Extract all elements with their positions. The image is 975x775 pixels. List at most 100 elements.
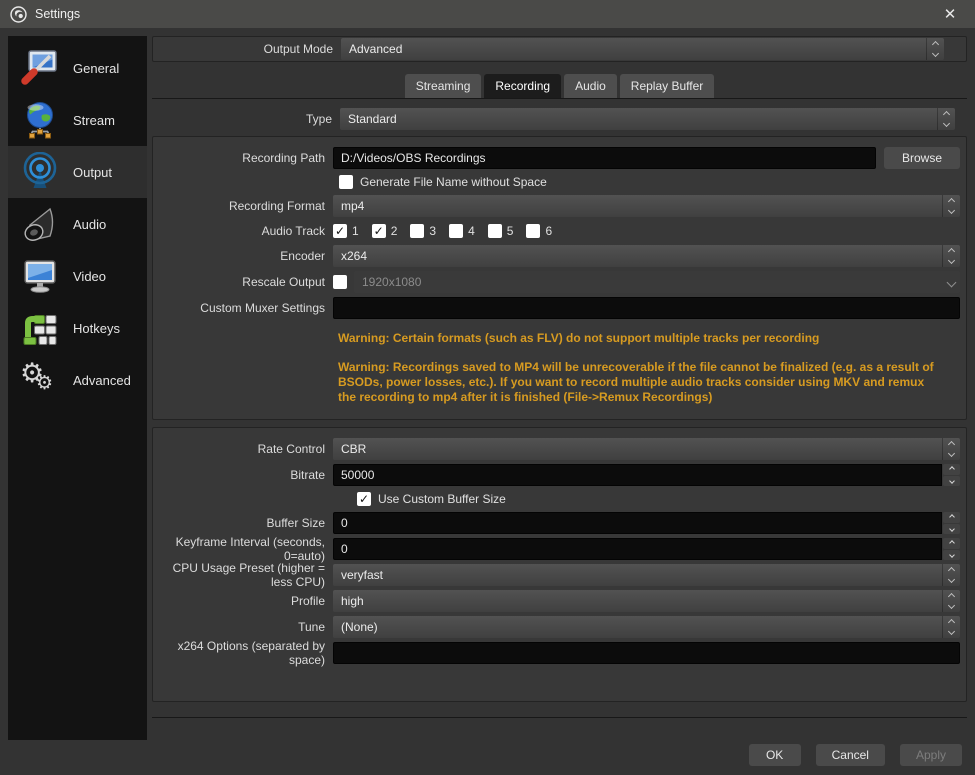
rate-control-row: Rate Control CBR [153, 436, 966, 462]
audio-track-row: Audio Track ✓ 1 ✓ 2 3 4 5 6 [153, 219, 966, 243]
type-row: Type Standard [152, 108, 967, 130]
sidebar-item-hotkeys[interactable]: Hotkeys [8, 302, 147, 354]
x264-options-input[interactable] [333, 642, 960, 664]
cancel-button[interactable]: Cancel [815, 744, 885, 766]
warning-multiple-tracks: Warning: Certain formats (such as FLV) d… [338, 331, 820, 345]
sidebar-item-advanced[interactable]: ⚙ ⚙ Advanced [8, 354, 147, 406]
spin-up-button[interactable] [943, 512, 960, 523]
combo-spinner-icon[interactable] [926, 38, 944, 60]
hotkeys-keyboard-icon [20, 308, 60, 348]
audio-track-5-label: 5 [506, 224, 514, 238]
video-monitor-icon [20, 256, 60, 296]
custom-buffer-checkbox[interactable]: ✓ [357, 492, 371, 506]
bitrate-input[interactable] [333, 464, 942, 486]
apply-button[interactable]: Apply [899, 744, 962, 766]
audio-track-4-checkbox[interactable] [449, 224, 464, 238]
combo-spinner-icon[interactable] [942, 616, 960, 638]
stream-icon [20, 100, 60, 140]
bitrate-row: Bitrate [153, 462, 966, 488]
profile-label: Profile [290, 594, 325, 608]
no-space-checkbox[interactable] [339, 175, 353, 189]
sidebar-item-general[interactable]: General [8, 42, 147, 94]
encoder-row: Encoder x264 [153, 243, 966, 269]
rescale-output-label: Rescale Output [242, 275, 325, 289]
dialog-footer: OK Cancel Apply [0, 738, 975, 775]
rate-control-select[interactable]: CBR [333, 438, 960, 460]
encoder-settings-groupbox: Rate Control CBR Bitrate 50000 ✓ Use Cus… [152, 427, 967, 702]
audio-track-4-label: 4 [468, 224, 475, 238]
recording-groupbox: Recording Path Browse Generate File Name… [152, 136, 967, 420]
type-value: Standard [348, 112, 397, 126]
custom-muxer-row: Custom Muxer Settings [153, 295, 966, 321]
rescale-output-checkbox[interactable] [333, 275, 347, 289]
recording-tab-pane: Type Standard Recording Path Browse [152, 98, 967, 718]
keyframe-interval-input[interactable] [333, 538, 942, 560]
encoder-select[interactable]: x264 [333, 245, 960, 267]
sidebar-item-output[interactable]: Output [8, 146, 147, 198]
sidebar-item-label: General [73, 60, 120, 76]
sidebar-item-audio[interactable]: Audio [8, 198, 147, 250]
recording-format-value: mp4 [341, 199, 365, 213]
close-button[interactable]: ✕ [935, 5, 965, 23]
combo-spinner-icon[interactable] [942, 438, 960, 460]
combo-spinner-icon[interactable] [942, 590, 960, 612]
type-select[interactable]: Standard [340, 108, 955, 130]
profile-row: Profile high [153, 588, 966, 614]
combo-spinner-icon[interactable] [937, 108, 955, 130]
profile-value: high [341, 594, 364, 608]
recording-format-select[interactable]: mp4 [333, 195, 960, 217]
recording-format-label: Recording Format [228, 199, 325, 213]
spin-down-button[interactable] [943, 475, 960, 486]
type-label: Type [305, 112, 332, 126]
audio-track-5-checkbox[interactable] [487, 224, 502, 238]
tab-audio[interactable]: Audio [564, 74, 617, 98]
tune-select[interactable]: (None) [333, 616, 960, 638]
tab-replay-buffer[interactable]: Replay Buffer [619, 74, 715, 98]
output-tabbar: Streaming Recording Audio Replay Buffer [152, 74, 967, 98]
warning-mp4-unrecoverable: Warning: Recordings saved to MP4 will be… [338, 360, 934, 404]
spin-down-button[interactable] [943, 549, 960, 560]
profile-select[interactable]: high [333, 590, 960, 612]
spin-up-button[interactable] [943, 538, 960, 549]
sidebar-item-label: Output [73, 164, 113, 180]
spin-up-button[interactable] [943, 464, 960, 475]
window-title: Settings [35, 7, 81, 21]
encoder-label: Encoder [280, 249, 325, 263]
sidebar-item-label: Advanced [73, 372, 131, 388]
sidebar-item-label: Stream [73, 112, 115, 128]
recording-format-row: Recording Format mp4 [153, 193, 966, 219]
recording-path-label: Recording Path [242, 151, 325, 165]
recording-path-input[interactable] [333, 147, 876, 169]
combo-spinner-icon[interactable] [942, 245, 960, 267]
cpu-preset-label: CPU Usage Preset (higher = less CPU) [172, 561, 325, 589]
cpu-preset-select[interactable]: veryfast [333, 564, 960, 586]
tab-streaming[interactable]: Streaming [404, 74, 482, 98]
combo-spinner-icon[interactable] [942, 564, 960, 586]
keyframe-interval-label: Keyframe Interval (seconds, 0=auto) [175, 535, 325, 563]
sidebar-item-video[interactable]: Video [8, 250, 147, 302]
ok-button[interactable]: OK [748, 744, 801, 766]
advanced-gears-icon: ⚙ ⚙ [20, 358, 54, 394]
audio-track-2-checkbox[interactable]: ✓ [371, 224, 386, 238]
audio-track-6-checkbox[interactable] [526, 224, 541, 238]
output-settings-panel: Output Mode Advanced Streaming Recording… [152, 36, 967, 718]
custom-buffer-label: Use Custom Buffer Size [378, 492, 506, 506]
obs-logo-icon [10, 5, 27, 23]
custom-muxer-input[interactable] [333, 297, 960, 319]
general-icon [20, 48, 60, 88]
tab-recording[interactable]: Recording [484, 74, 562, 98]
buffer-size-input[interactable] [333, 512, 942, 534]
tune-label: Tune [298, 620, 325, 634]
no-space-label: Generate File Name without Space [360, 175, 547, 189]
titlebar: Settings ✕ [0, 0, 975, 28]
sidebar-item-stream[interactable]: Stream [8, 94, 147, 146]
browse-button[interactable]: Browse [884, 147, 960, 169]
output-mode-select[interactable]: Advanced [341, 38, 944, 60]
no-space-row: Generate File Name without Space [153, 171, 966, 193]
settings-sidebar: General Stream Output Audio Video Hotkey… [8, 36, 147, 740]
audio-track-1-checkbox[interactable]: ✓ [333, 224, 347, 238]
combo-spinner-icon[interactable] [942, 195, 960, 217]
sidebar-item-label: Video [73, 268, 107, 284]
spin-down-button[interactable] [943, 523, 960, 534]
audio-track-3-checkbox[interactable] [410, 224, 425, 238]
